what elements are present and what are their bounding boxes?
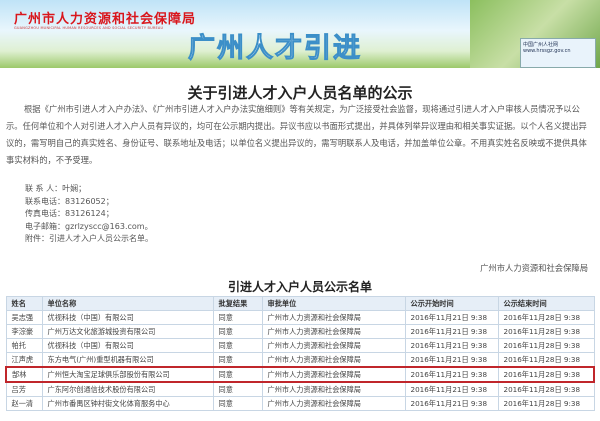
cell-start-time: 2016年11月21日 9:38 xyxy=(404,310,499,325)
logo-url: www.hrssgz.gov.cn xyxy=(523,48,571,54)
cell-company: 广东阿尔创通信技术股份有限公司 xyxy=(41,381,214,397)
cell-company: 优视科技（中国）有限公司 xyxy=(41,338,214,353)
table-row: 李淙豪 广州万达文化旅游城投资有限公司 同意 广州市人力资源和社会保障局 2016年11… xyxy=(5,324,595,339)
col-start: 公示开始时间 xyxy=(404,296,499,311)
contact-info: 联 系 人：叶娴； 联系电话：83126052； 传真电话：83126124； … xyxy=(25,183,153,246)
col-company: 单位名称 xyxy=(41,296,214,311)
cell-name: 吴志强 xyxy=(5,310,43,325)
table-row: 吴志强 优视科技（中国）有限公司 同意 广州市人力资源和社会保障局 2016年11月21… xyxy=(5,310,595,325)
signature: 广州市人力资源和社会保障局 xyxy=(480,263,588,273)
cell-approver: 广州市人力资源和社会保障局 xyxy=(261,381,406,397)
table-row: 江声虎 东方电气(广州)重型机器有限公司 同意 广州市人力资源和社会保障局 2016年1… xyxy=(5,352,595,368)
cell-end-time: 2016年11月28日 9:38 xyxy=(497,366,595,383)
site-logo[interactable]: 中国广州人社网 www.hrssgz.gov.cn xyxy=(520,38,596,68)
table-row: 帕托 优视科技（中国）有限公司 同意 广州市人力资源和社会保障局 2016年11月21日… xyxy=(5,338,595,353)
col-result: 批复结果 xyxy=(212,296,263,311)
cell-company: 广州恒大淘宝足球俱乐部股份有限公司 xyxy=(41,366,214,383)
cell-name: 李淙豪 xyxy=(5,324,43,339)
table-row: 吕芳 广东阿尔创通信技术股份有限公司 同意 广州市人力资源和社会保障局 2016年11月… xyxy=(5,381,595,397)
cell-name: 江声虎 xyxy=(5,352,43,368)
org-name-en: GUANGZHOU MUNICIPAL HUMAN RESOURCES AND … xyxy=(14,26,164,30)
cell-name: 赵一清 xyxy=(5,396,43,411)
cell-approver: 广州市人力资源和社会保障局 xyxy=(261,352,406,368)
cell-end-time: 2016年11月28日 9:38 xyxy=(497,352,595,368)
cell-start-time: 2016年11月21日 9:38 xyxy=(404,352,499,368)
cell-end-time: 2016年11月28日 9:38 xyxy=(497,324,595,339)
cell-approver: 广州市人力资源和社会保障局 xyxy=(261,310,406,325)
cell-end-time: 2016年11月28日 9:38 xyxy=(497,310,595,325)
table-row: 赵一清 广州市番禺区钟村街文化体育服务中心 同意 广州市人力资源和社会保障局 2016年… xyxy=(5,396,595,411)
cell-name: 吕芳 xyxy=(5,381,43,397)
cell-result: 同意 xyxy=(212,352,263,368)
contact-email[interactable]: 电子邮箱：gzrlzyscc@163.com。 xyxy=(25,221,153,234)
contact-fax: 传真电话：83126124； xyxy=(25,209,114,218)
cell-company: 优视科技（中国）有限公司 xyxy=(41,310,214,325)
attachment[interactable]: 附件：引进人才入户人员公示名单。 xyxy=(25,233,153,246)
table-header: 姓名 单位名称 批复结果 审批单位 公示开始时间 公示结束时间 xyxy=(5,296,595,311)
col-approver: 审批单位 xyxy=(261,296,406,311)
notice-title: 关于引进人才入户人员名单的公示 xyxy=(187,84,413,102)
notice-body: 根据《广州市引进人才入户办法》、《广州市引进人才入户办法实施细则》等有关规定，为… xyxy=(6,104,587,165)
cell-approver: 广州市人力资源和社会保障局 xyxy=(261,324,406,339)
header-banner: 广州市人力资源和社会保障局 GUANGZHOU MUNICIPAL HUMAN … xyxy=(0,0,600,68)
col-end: 公示结束时间 xyxy=(497,296,595,311)
contact-person: 联 系 人：叶娴； xyxy=(25,184,87,193)
col-name: 姓名 xyxy=(5,296,43,311)
cell-result: 同意 xyxy=(212,366,263,383)
contact-phone: 联系电话：83126052； xyxy=(25,196,114,206)
cell-company: 广州市番禺区钟村街文化体育服务中心 xyxy=(41,396,214,411)
table-title: 引进人才入户人员公示名单 xyxy=(227,280,372,294)
cell-start-time: 2016年11月21日 9:38 xyxy=(404,324,499,339)
cell-company: 广州万达文化旅游城投资有限公司 xyxy=(41,324,214,339)
publicity-table: 姓名 单位名称 批复结果 审批单位 公示开始时间 公示结束时间 吴志强 优视科技（… xyxy=(5,296,595,411)
cell-start-time: 2016年11月21日 9:38 xyxy=(404,338,499,353)
cell-approver: 广州市人力资源和社会保障局 xyxy=(261,366,406,383)
cell-result: 同意 xyxy=(212,324,263,339)
cell-start-time: 2016年11月21日 9:38 xyxy=(404,396,499,411)
cell-start-time: 2016年11月21日 9:38 xyxy=(404,366,499,383)
cell-approver: 广州市人力资源和社会保障局 xyxy=(261,396,406,411)
cell-approver: 广州市人力资源和社会保障局 xyxy=(261,338,406,353)
logo-text: 中国广州人社网 xyxy=(523,42,559,48)
cell-end-time: 2016年11月28日 9:38 xyxy=(497,396,595,411)
cell-start-time: 2016年11月21日 9:38 xyxy=(404,381,499,397)
cell-result: 同意 xyxy=(212,396,263,411)
cell-name: 郜林 xyxy=(5,366,43,383)
cell-result: 同意 xyxy=(212,310,263,325)
cell-company: 东方电气(广州)重型机器有限公司 xyxy=(41,352,214,368)
cell-result: 同意 xyxy=(212,381,263,397)
cell-end-time: 2016年11月28日 9:38 xyxy=(497,338,595,353)
cell-end-time: 2016年11月28日 9:38 xyxy=(497,381,595,397)
cell-result: 同意 xyxy=(212,338,263,353)
table-row-highlighted: 郜林 广州恒大淘宝足球俱乐部股份有限公司 同意 广州市人力资源和社会保障局 2016年1… xyxy=(5,366,595,383)
banner-slogan: 广州人才引进 xyxy=(188,33,362,65)
org-name: 广州市人力资源和社会保障局 xyxy=(14,12,197,27)
cell-name: 帕托 xyxy=(5,338,43,353)
